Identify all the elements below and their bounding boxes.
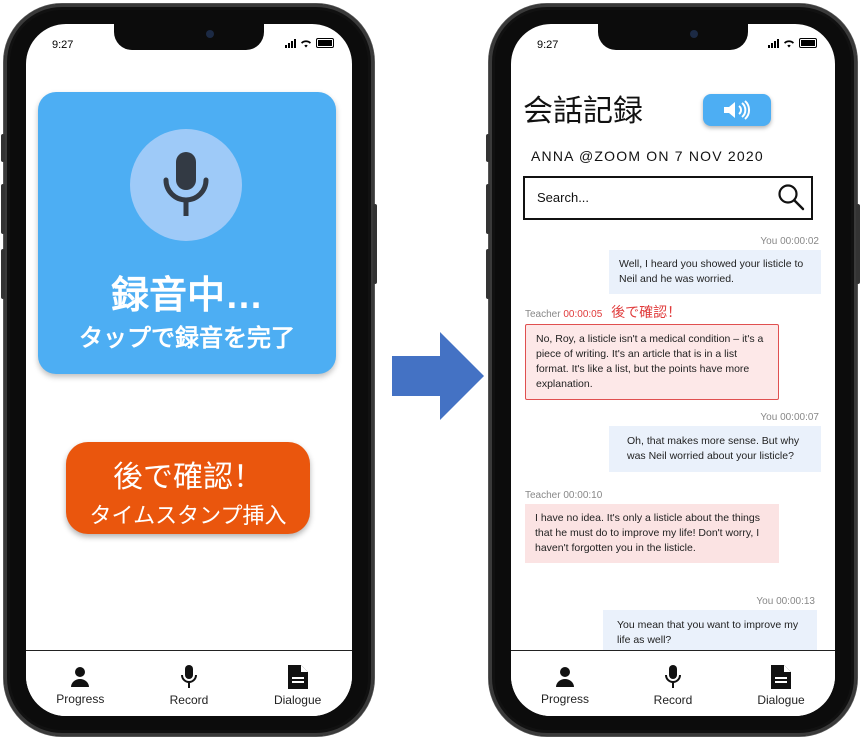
mic-circle [130,129,242,241]
mute-switch [486,134,490,162]
signal-icon [768,38,779,48]
timestamp: 00:00:13 [776,596,815,607]
nav-label-progress: Progress [56,692,105,706]
nav-item-dialogue[interactable]: Dialogue [244,651,352,716]
speaker-name: You [760,412,778,423]
mute-switch [1,134,5,162]
conversation-meta: ANNA @ZOOM ON 7 NOV 2020 [531,148,764,164]
recording-title: 録音中… [110,275,263,317]
battery-icon [799,38,817,48]
left-screen: 9:27 録音中… タップで録音を完了 後で確認！ タイムスタンプ挿入 Prog… [26,24,352,716]
power-button [856,204,860,284]
left-phone-frame: 9:27 録音中… タップで録音を完了 後で確認！ タイムスタンプ挿入 Prog… [1,4,377,736]
message-meta: You 00:00:02 [511,236,835,247]
message-meta: Teacher 00:00:05 後で確認！ [511,302,835,322]
wifi-icon [784,39,794,47]
nav-item-dialogue[interactable]: Dialogue [728,651,835,716]
search-input[interactable]: Search... [523,176,813,220]
nav-item-progress[interactable]: Progress [27,651,135,716]
search-icon[interactable] [777,183,805,211]
message-bubble[interactable]: Oh, that makes more sense. But why was N… [609,426,821,472]
search-placeholder: Search... [537,190,590,205]
mic-icon [180,665,197,688]
volume-down-button [1,249,5,299]
volume-up-button [486,184,490,234]
message-you: You 00:00:02 Well, I heard you showed yo… [511,236,835,294]
status-icons [768,38,817,48]
nav-item-record[interactable]: Record [620,651,727,716]
speaker-name: You [760,236,778,247]
message-you: You 00:00:13 You mean that you want to i… [511,596,835,656]
nav-label-progress: Progress [540,692,590,706]
power-button [373,204,377,284]
play-audio-button[interactable] [703,94,771,126]
notch [598,24,748,50]
battery-icon [316,38,334,48]
message-meta: You 00:00:13 [511,596,835,607]
status-time: 9:27 [52,39,74,51]
right-screen: 9:27 会話記録 ANNA @ZOOM ON 7 NOV 2020 Searc… [511,24,835,716]
mic-icon [665,665,681,688]
check-later-subtitle: タイムスタンプ挿入 [89,503,287,528]
timestamp: 00:00:10 [563,490,603,501]
signal-icon [285,38,296,48]
speaker-name: Teacher [525,309,561,320]
recording-card[interactable]: 録音中… タップで録音を完了 [38,92,336,374]
person-icon [71,667,90,687]
status-time: 9:27 [537,39,559,51]
timestamp: 00:00:05 [563,309,603,320]
message-teacher: Teacher 00:00:10 I have no idea. It's on… [511,490,835,563]
message-bubble[interactable]: Well, I heard you showed your listicle t… [609,250,821,294]
person-icon [556,667,574,687]
nav-label-dialogue: Dialogue [273,693,322,707]
document-icon [287,665,308,689]
message-bubble[interactable]: No, Roy, a listicle isn't a medical cond… [525,324,779,400]
message-teacher-flagged: Teacher 00:00:05 後で確認！ No, Roy, a listic… [511,302,835,400]
mic-icon [163,152,209,216]
right-phone-frame: 9:27 会話記録 ANNA @ZOOM ON 7 NOV 2020 Searc… [486,4,860,736]
message-you: You 00:00:07 Oh, that makes more sense. … [511,412,835,472]
speaker-icon [724,100,751,120]
message-meta: You 00:00:07 [511,412,835,423]
speaker-name: You [756,596,774,607]
volume-up-button [1,184,5,234]
bottom-nav: Progress Record Dialogue [511,650,835,716]
timestamp: 00:00:07 [780,412,819,423]
status-icons [285,38,334,48]
nav-item-progress[interactable]: Progress [512,651,619,716]
arrow-right-icon [392,332,484,420]
check-later-flag: 後で確認！ [611,304,682,320]
nav-item-record[interactable]: Record [135,651,243,716]
camera-icon [206,30,214,38]
nav-label-record: Record [169,693,209,707]
volume-down-button [486,249,490,299]
camera-icon [690,30,698,38]
notch [114,24,264,50]
wifi-icon [301,39,311,47]
page-title: 会話記録 [523,95,643,128]
document-icon [771,665,791,689]
recording-subtitle: タップで録音を完了 [79,325,295,352]
bottom-nav: Progress Record Dialogue [26,650,352,716]
check-later-title: 後で確認！ [113,461,263,494]
timestamp: 00:00:02 [780,236,819,247]
message-meta: Teacher 00:00:10 [511,490,835,501]
check-later-button[interactable]: 後で確認！ タイムスタンプ挿入 [66,442,310,534]
speaker-name: Teacher [525,490,561,501]
message-bubble[interactable]: I have no idea. It's only a listicle abo… [525,504,779,563]
nav-label-record: Record [653,693,693,707]
nav-label-dialogue: Dialogue [757,693,805,707]
